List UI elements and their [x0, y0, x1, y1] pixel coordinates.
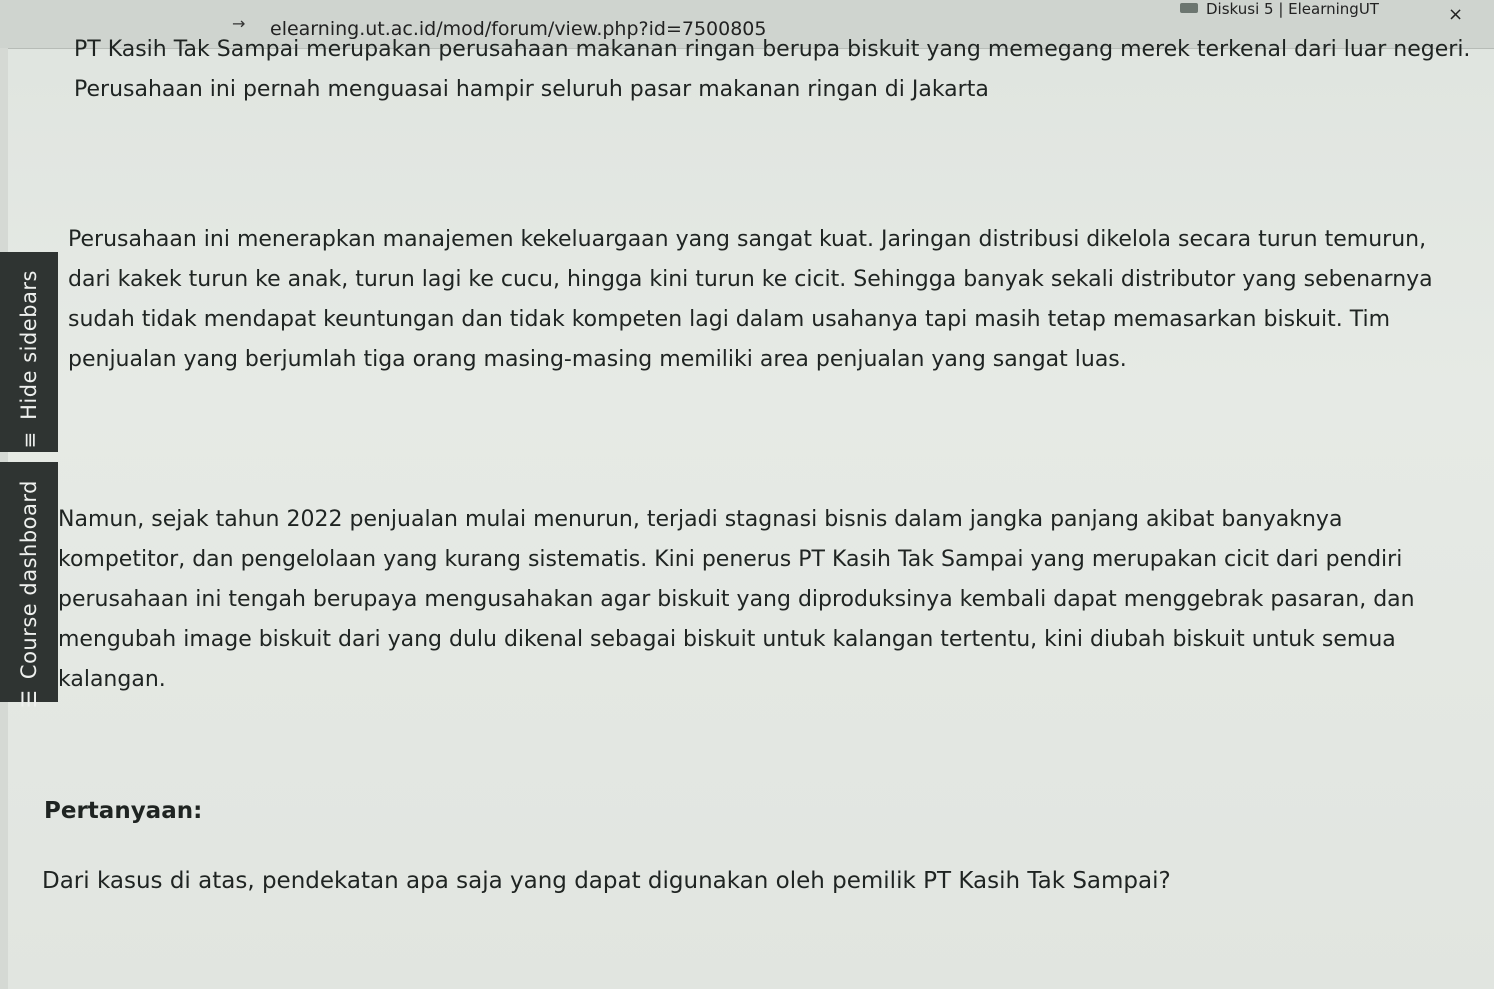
case-paragraph-2: Perusahaan ini menerapkan manajemen keke…	[68, 227, 1433, 372]
tab-title: Diskusi 5 | ElearningUT	[1206, 0, 1379, 18]
hide-sidebars-label: Hide sidebars	[17, 270, 41, 420]
browser-tab[interactable]: Diskusi 5 | ElearningUT ×	[1180, 0, 1480, 26]
case-paragraph-1: PT Kasih Tak Sampai merupakan perusahaan…	[74, 37, 1471, 102]
hide-sidebars-button[interactable]: Hide sidebars ≡	[0, 252, 58, 452]
sidebar-toggle-icon: ≡	[16, 431, 41, 449]
close-icon[interactable]: ×	[1448, 4, 1463, 25]
course-dashboard-button[interactable]: Course dashboard ☰	[0, 462, 58, 708]
question-text: Dari kasus di atas, pendekatan apa saja …	[42, 868, 1171, 894]
favicon-icon	[1180, 3, 1198, 13]
page-background	[0, 0, 1494, 989]
course-dashboard-label: Course dashboard	[17, 480, 41, 680]
dashboard-icon: ☰	[17, 690, 41, 709]
question-heading: Pertanyaan:	[44, 798, 203, 824]
case-paragraph-3: Namun, sejak tahun 2022 penjualan mulai …	[58, 507, 1415, 692]
